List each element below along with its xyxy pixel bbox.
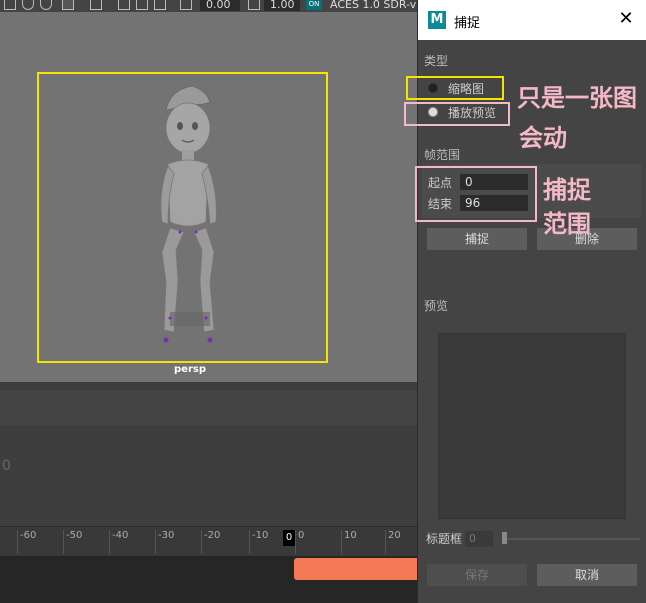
camera-label: persp [174,364,206,375]
timeline-tick: -10 [248,530,269,554]
color-management-badge[interactable]: ON [306,0,322,10]
viewport-toolbar: 0.00 1.00 ON ACES 1.0 SDR-v [0,0,420,12]
time-slider[interactable]: -60 -50 -40 -30 -20 -10 0 10 20 [0,526,420,556]
ghost-value: 0 [2,458,11,474]
grid-icon[interactable] [118,0,130,10]
annotation-note-1b: 会动 [519,124,567,152]
maya-logo-icon: M [428,11,446,29]
gamma-icon[interactable] [248,0,260,10]
current-frame-marker[interactable]: 0 [283,530,295,546]
camera-tool-icon[interactable] [4,0,16,10]
film-gate-icon[interactable] [180,0,192,10]
select-icon[interactable] [90,0,102,10]
timeline-tick: -40 [108,530,129,554]
annotation-note-1a: 只是一张图 [517,84,637,112]
dialog-title: 捕捉 [454,16,481,31]
preview-area [438,333,626,519]
square-icon[interactable] [62,0,74,10]
channel-strip [0,390,420,426]
save-button[interactable]: 保存 [427,564,527,586]
preview-section-label: 预览 [424,299,449,313]
panel-divider [0,382,420,390]
timeline-tick: 20 [385,530,401,554]
type-section-label: 类型 [424,54,449,68]
character-model [160,85,217,343]
timeline-tick: -20 [200,530,221,554]
graph-panel: 0 [0,426,420,526]
timeline-tick: 0 [294,530,305,554]
exposure-field[interactable]: 0.00 [200,0,240,11]
rotate-icon[interactable] [22,0,34,10]
viewport-3d[interactable]: persp [0,12,420,382]
thumbnail-highlight-box [406,76,504,100]
caption-label: 标题框 [426,532,463,546]
caption-slider-track[interactable] [503,538,640,540]
annotation-note-2b: 范围 [543,210,591,238]
timeline-tick: -30 [154,530,175,554]
timeline-tick: -60 [16,530,37,554]
playblast-highlight-box [404,102,510,126]
capture-button[interactable]: 捕捉 [427,228,527,250]
timeline-tick: -50 [62,530,83,554]
caption-slider-handle[interactable] [502,532,507,544]
color-space-label[interactable]: ACES 1.0 SDR-v [330,0,416,11]
gamma-field[interactable]: 1.00 [264,0,300,11]
caption-field[interactable]: 0 [465,531,493,547]
cancel-button[interactable]: 取消 [537,564,637,586]
annotation-note-2a: 捕捉 [543,176,591,204]
frame-range-section-label: 帧范围 [424,148,461,162]
frame-icon[interactable] [136,0,148,10]
range-slider-handle[interactable] [294,558,420,580]
range-highlight-box [415,166,537,222]
app-window: 0.00 1.00 ON ACES 1.0 SDR-v persp 0 -60 … [0,0,646,603]
close-icon[interactable]: ✕ [616,10,636,30]
isolate-icon[interactable] [154,0,166,10]
dialog-titlebar[interactable]: M 捕捉 ✕ [418,0,646,40]
orbit-icon[interactable] [40,0,52,10]
timeline-tick: 10 [341,530,357,554]
